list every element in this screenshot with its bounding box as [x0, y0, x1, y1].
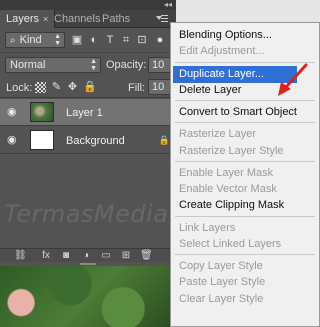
- select-arrows-icon: ▲ ▼: [54, 33, 61, 47]
- adjustment-filter-icon[interactable]: ◐: [88, 34, 100, 46]
- filter-toggle-icon[interactable]: ●: [154, 34, 166, 46]
- fill-label: Fill:: [128, 82, 146, 94]
- menu-separator: [175, 254, 315, 255]
- blend-mode-value: Normal: [10, 59, 46, 71]
- menu-item-duplicate-layer[interactable]: Duplicate Layer...: [173, 65, 297, 83]
- menu-item-create-clipping-mask[interactable]: Create Clipping Mask: [179, 197, 315, 214]
- menu-separator: [175, 61, 315, 63]
- layer-thumbnail: [30, 130, 54, 150]
- visibility-eye-icon[interactable]: ◉: [7, 135, 19, 146]
- menu-item-select-linked-layers[interactable]: Select Linked Layers: [179, 236, 315, 253]
- layer-name: Background: [66, 135, 125, 147]
- filter-kind-label: Kind: [19, 34, 42, 46]
- menu-separator: [175, 100, 315, 101]
- menu-separator: [175, 160, 315, 162]
- layer-thumbnail: [30, 102, 54, 122]
- link-layers-icon[interactable]: ⛓: [14, 250, 27, 262]
- collapse-panels-icon[interactable]: ◂◂: [164, 0, 172, 9]
- layer-style-fx-icon[interactable]: fx: [40, 250, 52, 262]
- panel-bottom-toolbar: ⛓ fx ◙ ◑ ▭ ⊞ 🗑: [0, 248, 176, 262]
- tab-paths[interactable]: Paths: [96, 10, 136, 28]
- shape-filter-icon[interactable]: ⌗: [120, 34, 132, 46]
- filter-kind-select[interactable]: ⌕ Kind ▲ ▼: [5, 32, 65, 48]
- resize-grip[interactable]: [80, 263, 96, 265]
- menu-item-rasterize-layer-style[interactable]: Rasterize Layer Style: [179, 143, 315, 160]
- visibility-eye-icon[interactable]: ◉: [7, 107, 19, 118]
- menu-item-clear-layer-style[interactable]: Clear Layer Style: [179, 291, 315, 308]
- menu-separator: [175, 122, 315, 124]
- menu-item-delete-layer[interactable]: Delete Layer: [179, 82, 315, 99]
- type-filter-icon[interactable]: T: [104, 34, 116, 46]
- tab-layers[interactable]: Layers ×: [0, 10, 56, 28]
- blend-row: Normal ▲ ▼ Opacity: 10: [0, 52, 176, 74]
- layer-filter-row: ⌕ Kind ▲ ▼ ▣ ◐ T ⌗ ⊡ ●: [0, 29, 176, 50]
- search-icon: ⌕: [10, 35, 16, 46]
- lock-label: Lock:: [6, 82, 33, 94]
- lock-position-icon[interactable]: ✥: [67, 82, 78, 93]
- menu-item-link-layers[interactable]: Link Layers: [179, 220, 315, 237]
- opacity-label: Opacity:: [106, 59, 147, 71]
- menu-item-edit-adjustment[interactable]: Edit Adjustment...: [179, 43, 315, 60]
- lock-all-icon[interactable]: 🔒: [83, 82, 97, 93]
- lock-brush-icon[interactable]: ✎: [51, 82, 62, 93]
- menu-separator: [175, 215, 315, 217]
- layer-row-background[interactable]: ◉ Background 🔒: [0, 127, 176, 154]
- layer-context-menu: Blending Options... Edit Adjustment... Dup…: [170, 22, 320, 327]
- panel-tab-bar: Layers × Channels Paths: [0, 10, 176, 28]
- lock-row: Lock: ✎ ✥ 🔒 Fill: 10: [0, 76, 176, 98]
- menu-item-blending-options[interactable]: Blending Options...: [179, 27, 315, 44]
- pixel-filter-icon[interactable]: ▣: [71, 34, 83, 46]
- panel-title-strip: ◂◂: [0, 0, 176, 10]
- select-arrows-icon: ▲ ▼: [90, 58, 97, 72]
- adjustment-layer-icon[interactable]: ◑: [80, 250, 92, 262]
- menu-item-enable-layer-mask[interactable]: Enable Layer Mask: [179, 165, 315, 182]
- menu-item-convert-to-smart-object[interactable]: Convert to Smart Object: [179, 104, 315, 121]
- lock-transparency-icon[interactable]: [35, 82, 46, 93]
- add-mask-icon[interactable]: ◙: [60, 250, 72, 262]
- watermark: TermasMedia: [4, 200, 169, 228]
- layer-name: Layer 1: [66, 107, 103, 119]
- blend-mode-select[interactable]: Normal ▲ ▼: [5, 57, 101, 73]
- smart-object-filter-icon[interactable]: ⊡: [136, 34, 148, 46]
- layer-lock-icon: 🔒: [158, 135, 170, 145]
- layer-row-layer-1[interactable]: ◉ Layer 1: [0, 99, 176, 126]
- document-canvas: [0, 266, 176, 327]
- menu-item-enable-vector-mask[interactable]: Enable Vector Mask: [179, 181, 315, 198]
- new-layer-icon[interactable]: ⊞: [120, 250, 132, 262]
- new-group-icon[interactable]: ▭: [100, 250, 112, 262]
- menu-item-copy-layer-style[interactable]: Copy Layer Style: [179, 258, 315, 275]
- layers-list-empty-area: TermasMedia: [0, 154, 176, 248]
- delete-layer-icon[interactable]: 🗑: [140, 250, 153, 262]
- menu-item-rasterize-layer[interactable]: Rasterize Layer: [179, 126, 315, 143]
- tab-channels-label: Channels: [54, 13, 101, 25]
- tab-layers-label: Layers: [6, 13, 40, 25]
- tab-paths-label: Paths: [102, 13, 131, 25]
- layers-panel: ◂◂ Layers × Channels Paths ⌕ Kind ▲ ▼ ▣ ◐ T…: [0, 0, 176, 327]
- menu-item-paste-layer-style[interactable]: Paste Layer Style: [179, 274, 315, 291]
- panel-menu-icon[interactable]: [156, 13, 170, 25]
